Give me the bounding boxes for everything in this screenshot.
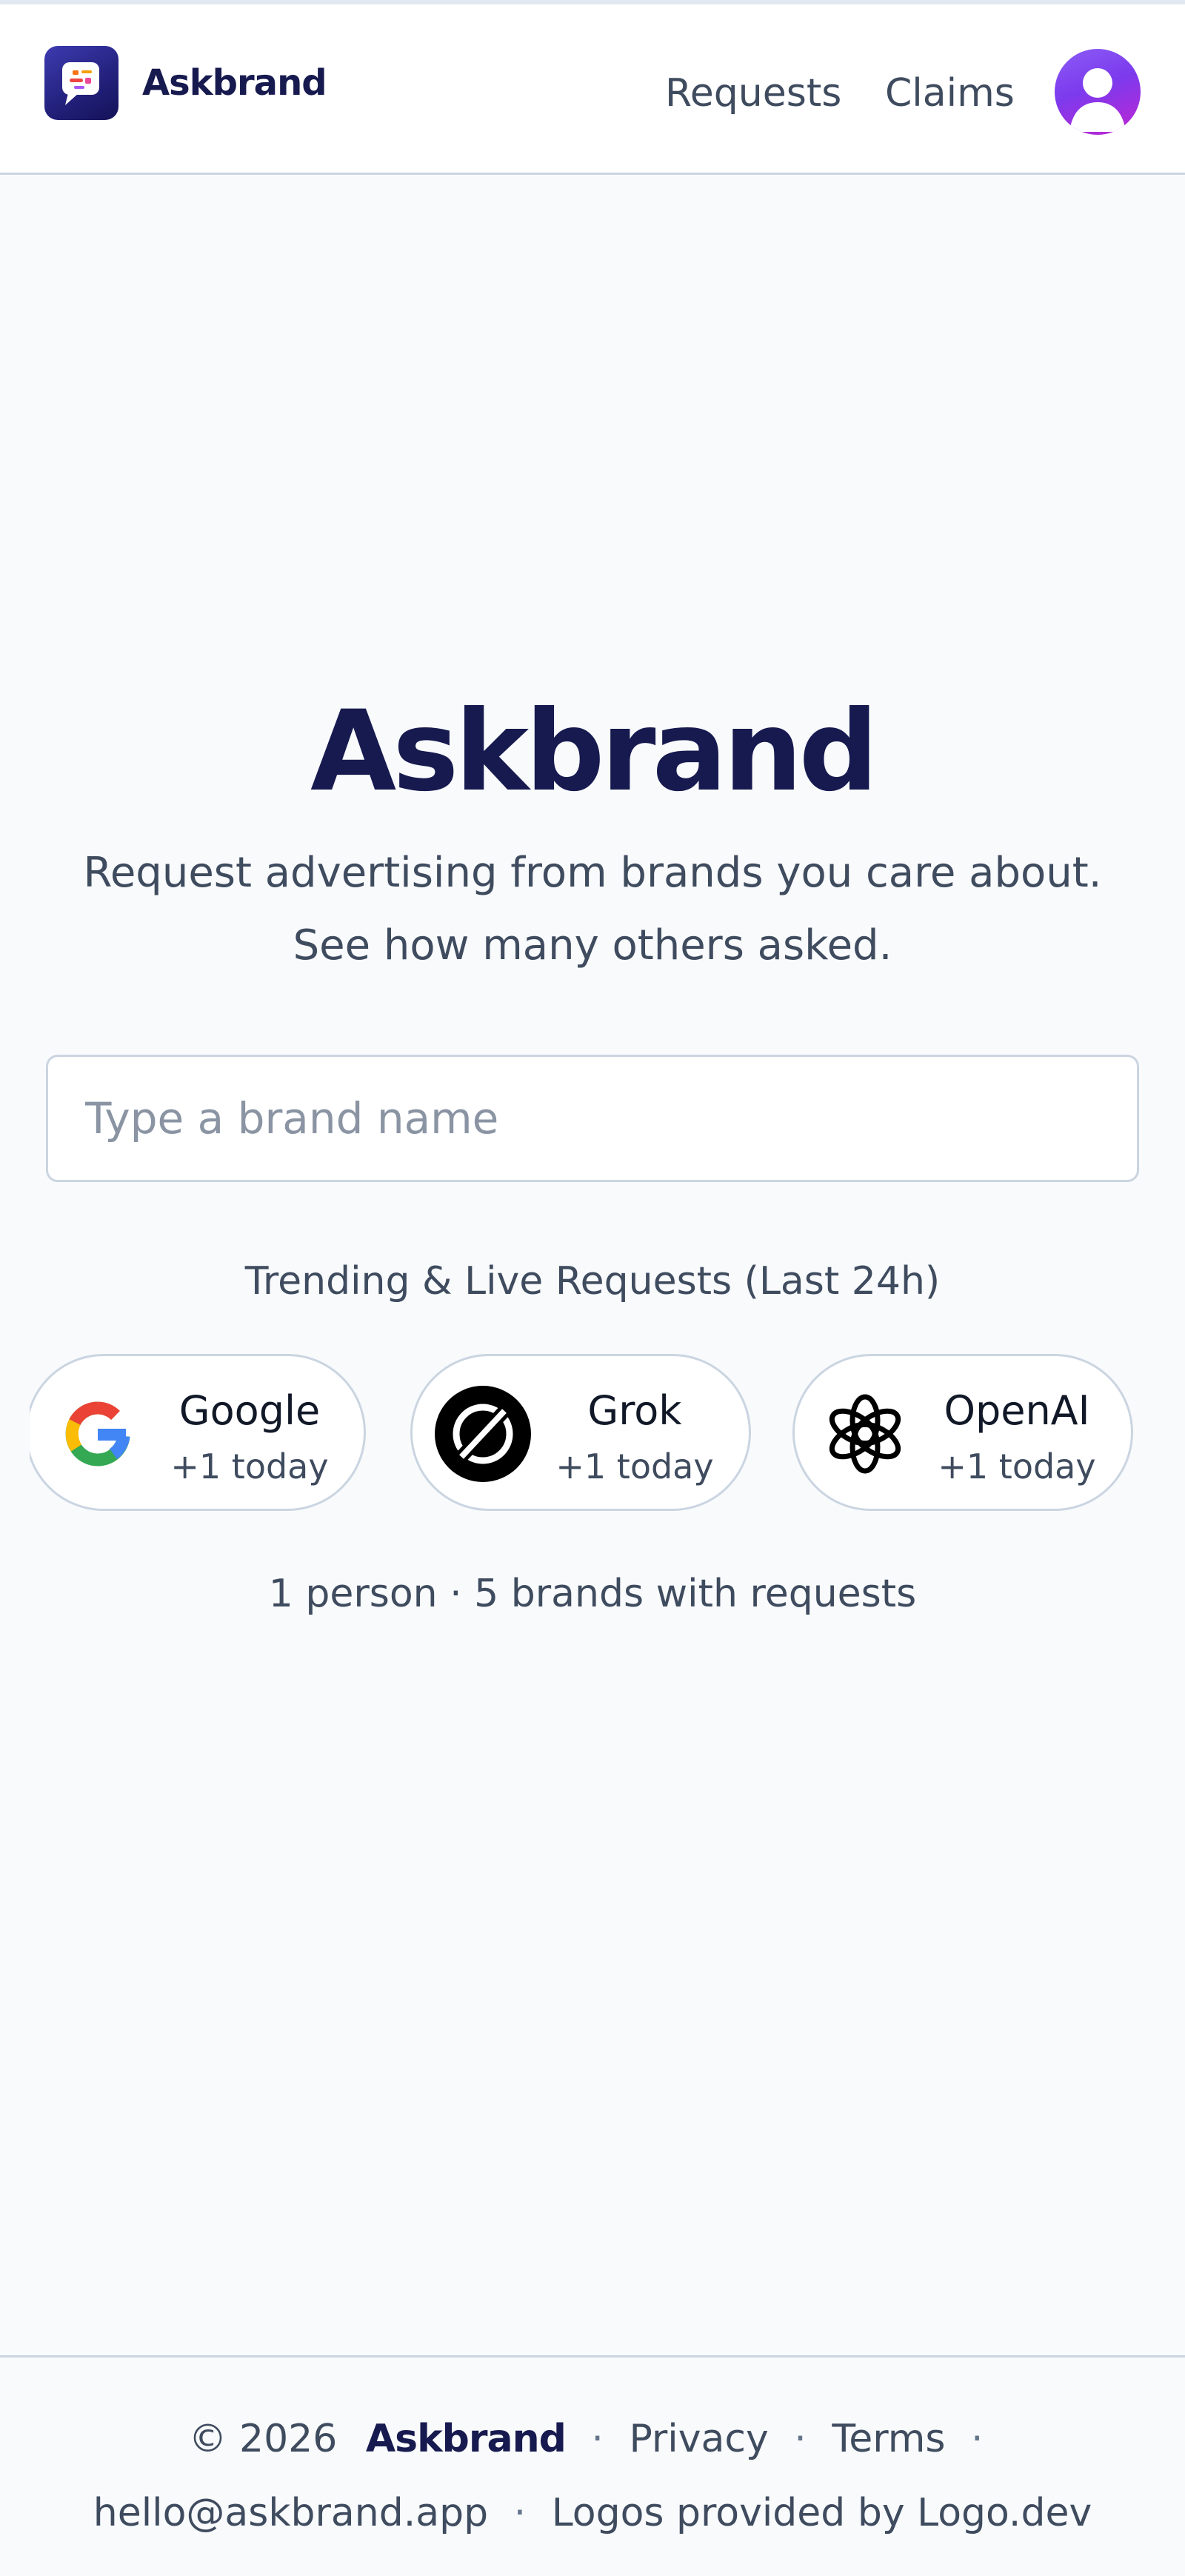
- page-footer: © 2026 Askbrand · Privacy · Terms · hell…: [0, 2355, 1185, 2576]
- trending-chip-grok[interactable]: Grok +1 today: [410, 1354, 751, 1511]
- chip-request-count: +1 today: [170, 1447, 329, 1486]
- footer-brand[interactable]: Askbrand: [366, 2417, 567, 2461]
- nav-claims-link[interactable]: Claims: [885, 71, 1015, 116]
- grok-logo-icon: [435, 1386, 531, 1482]
- hero-tagline: Request advertising from brands you care…: [30, 837, 1155, 982]
- top-navbar: Askbrand Requests Claims: [0, 4, 1185, 175]
- footer-logo-credit-link[interactable]: Logos provided by Logo.dev: [552, 2491, 1092, 2535]
- google-logo-icon: [50, 1386, 146, 1482]
- footer-separator: ·: [591, 2417, 604, 2461]
- askbrand-logo-icon[interactable]: [44, 46, 118, 120]
- chip-request-count: +1 today: [938, 1447, 1096, 1486]
- footer-copyright: © 2026: [188, 2417, 338, 2461]
- footer-separator: ·: [971, 2417, 984, 2461]
- brand-search-input[interactable]: [46, 1055, 1139, 1182]
- chip-brand-name: Google: [178, 1387, 321, 1434]
- trending-title: Trending & Live Requests (Last 24h): [244, 1259, 941, 1304]
- trending-chip-openai[interactable]: OpenAI +1 today: [792, 1354, 1133, 1511]
- chip-request-count: +1 today: [555, 1447, 714, 1486]
- tagline-line-2: See how many others asked.: [293, 921, 892, 970]
- request-stats: 1 person · 5 brands with requests: [268, 1572, 917, 1616]
- footer-line-1: © 2026 Askbrand · Privacy · Terms ·: [0, 2417, 1185, 2461]
- openai-logo-icon: [817, 1386, 913, 1482]
- tagline-line-1: Request advertising from brands you care…: [83, 849, 1102, 897]
- chip-brand-name: OpenAI: [944, 1387, 1090, 1434]
- footer-terms-link[interactable]: Terms: [832, 2417, 945, 2461]
- footer-separator: ·: [513, 2491, 527, 2535]
- hero-title: Askbrand: [310, 687, 878, 816]
- chip-brand-name: Grok: [587, 1387, 682, 1434]
- footer-email-link[interactable]: hello@askbrand.app: [93, 2491, 488, 2535]
- user-avatar-icon[interactable]: [1055, 49, 1141, 135]
- footer-privacy-link[interactable]: Privacy: [629, 2417, 768, 2461]
- header-brand-name[interactable]: Askbrand: [142, 62, 327, 104]
- footer-separator: ·: [794, 2417, 807, 2461]
- trending-chips-row: Google +1 today Grok +1 today OpenAI +1 …: [30, 1349, 1155, 1517]
- nav-requests-link[interactable]: Requests: [665, 71, 841, 116]
- trending-chip-google[interactable]: Google +1 today: [30, 1354, 366, 1511]
- footer-line-2: hello@askbrand.app · Logos provided by L…: [0, 2491, 1185, 2535]
